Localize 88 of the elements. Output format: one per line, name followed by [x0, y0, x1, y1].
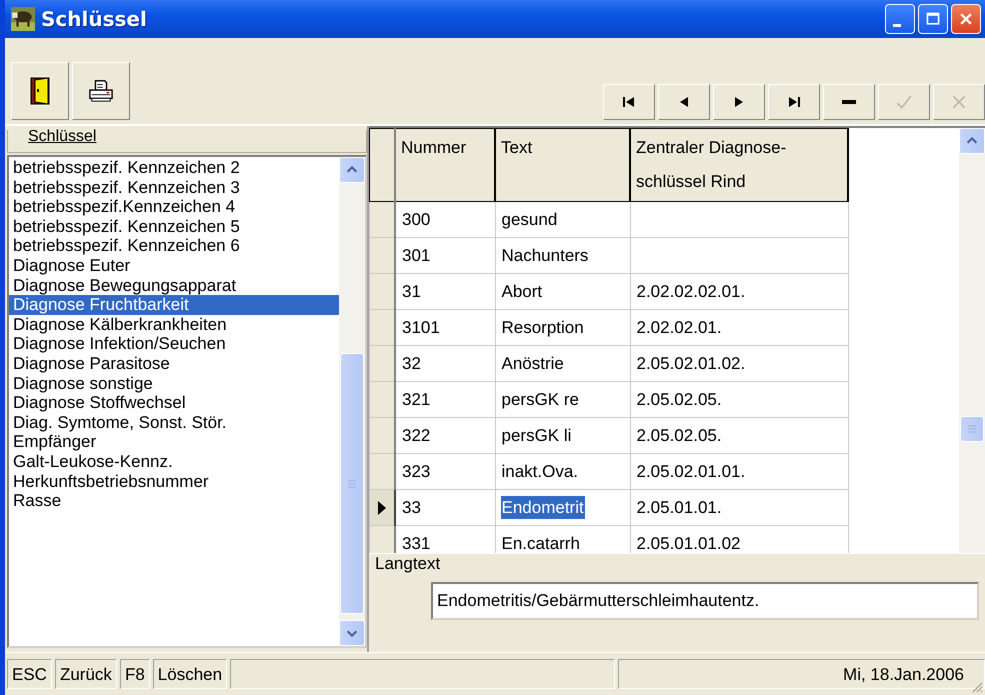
scroll-up-button[interactable] — [339, 157, 365, 183]
list-item[interactable]: betriebsspezif.Kennzeichen 4 — [9, 197, 339, 217]
last-record-button[interactable] — [768, 84, 820, 120]
door-icon — [30, 77, 50, 105]
table-cell-text: inakt.Ova. — [500, 460, 580, 482]
table-cell-text: gesund — [500, 208, 558, 230]
checkmark-icon — [895, 93, 913, 111]
list-item[interactable]: Diagnose Euter — [9, 256, 339, 276]
scrollbar[interactable] — [959, 128, 985, 553]
group-title: Schlüssel — [28, 128, 96, 146]
key-action: Zurück — [54, 659, 117, 689]
window-title: Schlüssel — [41, 7, 148, 31]
table-cell-text: 3101 — [401, 316, 441, 338]
list-item[interactable]: Diagnose Parasitose — [9, 354, 339, 374]
table-cell-text: 321 — [401, 388, 432, 410]
printer-icon — [88, 79, 114, 103]
door-button[interactable] — [11, 62, 69, 120]
group-title: Langtext — [375, 554, 440, 574]
scroll-up-button[interactable] — [959, 128, 985, 154]
list-item[interactable]: Diag. Symtome, Sonst. Stör. — [9, 412, 339, 432]
table-cell-text: 31 — [401, 280, 422, 302]
list-item[interactable]: Diagnose Stoffwechsel — [9, 393, 339, 413]
cow-icon — [11, 7, 35, 31]
printer-button[interactable] — [72, 62, 130, 120]
previous-record-button[interactable] — [658, 84, 710, 120]
input-field[interactable]: Endometritis/Gebärmutterschleimhautentz. — [431, 582, 979, 620]
table-cell-text: 2.05.02.01.02. — [636, 352, 746, 374]
list-item[interactable]: betriebsspezif. Kennzeichen 2 — [9, 158, 339, 178]
scroll-thumb[interactable] — [340, 353, 364, 614]
table-cell-text: 300 — [401, 208, 432, 230]
table-cell-text: 2.02.02.02.01. — [636, 280, 746, 302]
close-icon — [958, 11, 974, 27]
maximize-button[interactable] — [918, 4, 948, 34]
minimize-icon — [893, 24, 901, 26]
list-item[interactable]: Rasse — [9, 491, 339, 511]
minus-button[interactable] — [823, 84, 875, 120]
last-record-icon — [786, 94, 802, 110]
list-item[interactable]: Diagnose Bewegungsapparat — [9, 276, 339, 296]
table-cell-text: 33 — [401, 496, 422, 518]
table-cell-text: Nachunters — [500, 244, 590, 266]
table-cell-text: 2.05.02.01.01. — [636, 460, 746, 482]
list-item[interactable]: Diagnose sonstige — [9, 374, 339, 394]
list-item[interactable]: Galt-Leukose-Kennz. — [9, 452, 339, 472]
row-indicator[interactable] — [370, 490, 395, 526]
table-cell-text: 2.05.02.05. — [636, 388, 723, 410]
scroll-thumb[interactable] — [960, 416, 984, 442]
list-item[interactable]: Herkunftsbetriebsnummer — [9, 472, 339, 492]
list-item[interactable]: betriebsspezif. Kennzeichen 3 — [9, 178, 339, 198]
key-action: Löschen — [152, 659, 228, 689]
list-item[interactable]: betriebsspezif. Kennzeichen 6 — [9, 236, 339, 256]
table-cell-text: Anöstrie — [500, 352, 565, 374]
table-cell-text: 2.05.01.01. — [636, 496, 723, 518]
list-item[interactable]: betriebsspezif. Kennzeichen 5 — [9, 216, 339, 236]
table-cell-text: Resorption — [500, 316, 585, 338]
table-cell-text: 2.05.01.01.02 — [636, 532, 742, 553]
list-item[interactable]: Diagnose Fruchtbarkeit — [9, 295, 339, 315]
list-item[interactable]: Diagnose Kälberkrankheiten — [9, 314, 339, 334]
scroll-down-button[interactable] — [339, 620, 365, 646]
table-cell-text: persGK li — [500, 424, 572, 446]
key-label: F8 — [120, 659, 150, 689]
column-header[interactable]: Nummer — [395, 128, 495, 202]
table-cell-text: 32 — [401, 352, 422, 374]
minimize-button[interactable] — [885, 4, 915, 34]
table-cell-text: 2.05.02.05. — [636, 424, 723, 446]
table-cell-text: 322 — [401, 424, 432, 446]
pointer-icon — [377, 500, 387, 516]
close-button[interactable] — [951, 4, 981, 34]
next-record-button[interactable] — [713, 84, 765, 120]
table-cell-text: 323 — [401, 460, 432, 482]
table-cell-text: persGK re — [500, 388, 580, 410]
scrollbar[interactable] — [339, 157, 365, 646]
table-cell-text: 2.02.02.01. — [636, 316, 723, 338]
table-cell-text: 301 — [401, 244, 432, 266]
table-cell-text: En.catarrh — [500, 532, 581, 553]
cross-icon — [950, 93, 968, 111]
column-header[interactable]: Text — [495, 128, 630, 202]
status-date: Mi, 18.Jan.2006 — [618, 659, 985, 689]
list-item[interactable]: Diagnose Infektion/Seuchen — [9, 334, 339, 354]
column-header[interactable]: Zentraler Diagnose-schlüssel Rind — [630, 128, 848, 202]
table-cell: Endometrit — [500, 496, 585, 518]
resize-grip[interactable] — [971, 681, 983, 693]
key-label: ESC — [7, 659, 52, 689]
table-cell-text: 331 — [401, 532, 432, 553]
table-cell-text: Abort — [500, 280, 544, 302]
first-record-button[interactable] — [603, 84, 655, 120]
list-item[interactable]: Empfänger — [9, 432, 339, 452]
first-record-icon — [621, 94, 637, 110]
maximize-icon — [925, 11, 941, 27]
